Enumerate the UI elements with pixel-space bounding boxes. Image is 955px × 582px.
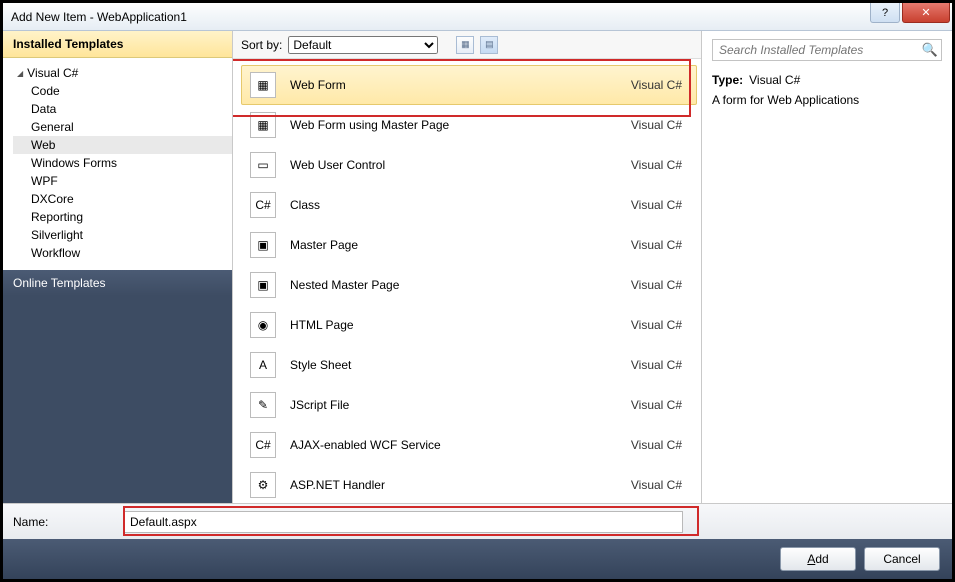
template-item-label: AJAX-enabled WCF Service xyxy=(290,438,631,452)
template-tree: Visual C# CodeDataGeneralWebWindows Form… xyxy=(3,58,232,270)
description: A form for Web Applications xyxy=(712,93,942,107)
type-row: Type: Visual C# xyxy=(712,73,942,87)
template-item-label: Web Form xyxy=(290,78,631,92)
template-item-label: Style Sheet xyxy=(290,358,631,372)
template-item[interactable]: ▣ Nested Master PageVisual C# xyxy=(241,265,697,305)
name-bar: Name: xyxy=(3,503,952,539)
template-item[interactable]: A Style SheetVisual C# xyxy=(241,345,697,385)
type-label: Type: xyxy=(712,73,743,87)
template-list[interactable]: ▦Web FormVisual C#▦Web Form using Master… xyxy=(233,59,701,503)
cancel-button[interactable]: Cancel xyxy=(864,547,940,571)
tree-item-data[interactable]: Data xyxy=(13,100,232,118)
tree-root-visual-csharp[interactable]: Visual C# xyxy=(13,64,232,82)
left-panel-fill xyxy=(3,296,232,503)
template-item[interactable]: ▦ Web Form using Master PageVisual C# xyxy=(241,105,697,145)
name-label: Name: xyxy=(13,515,123,529)
template-item-label: Web User Control xyxy=(290,158,631,172)
add-button[interactable]: Add xyxy=(780,547,856,571)
add-button-rest: dd xyxy=(815,552,828,566)
template-item-label: JScript File xyxy=(290,398,631,412)
template-item[interactable]: ◉ HTML PageVisual C# xyxy=(241,305,697,345)
type-value: Visual C# xyxy=(749,73,800,87)
window-buttons: ? ✕ xyxy=(870,3,952,30)
template-item-language: Visual C# xyxy=(631,358,688,372)
help-button[interactable]: ? xyxy=(870,3,900,23)
tree-item-web[interactable]: Web xyxy=(13,136,232,154)
template-item-language: Visual C# xyxy=(631,198,688,212)
view-small-icons-button[interactable]: ▦ xyxy=(456,36,474,54)
master-icon: ▣ xyxy=(250,272,276,298)
search-input[interactable] xyxy=(713,43,919,57)
template-item[interactable]: ▣ Master PageVisual C# xyxy=(241,225,697,265)
master-icon: ▣ xyxy=(250,232,276,258)
search-box[interactable]: 🔍 xyxy=(712,39,942,61)
wcf-icon: C# xyxy=(250,432,276,458)
tree-item-wpf[interactable]: WPF xyxy=(13,172,232,190)
template-item-label: Web Form using Master Page xyxy=(290,118,631,132)
template-item-language: Visual C# xyxy=(631,118,688,132)
tree-item-code[interactable]: Code xyxy=(13,82,232,100)
view-details-button[interactable]: ▤ xyxy=(480,36,498,54)
html-icon: ◉ xyxy=(250,312,276,338)
template-item[interactable]: C# ClassVisual C# xyxy=(241,185,697,225)
tree-item-reporting[interactable]: Reporting xyxy=(13,208,232,226)
sort-label: Sort by: xyxy=(241,38,282,52)
template-item-language: Visual C# xyxy=(631,158,688,172)
template-item-language: Visual C# xyxy=(631,398,688,412)
template-item-language: Visual C# xyxy=(631,318,688,332)
handler-icon: ⚙ xyxy=(250,472,276,498)
tree-item-general[interactable]: General xyxy=(13,118,232,136)
search-icon[interactable]: 🔍 xyxy=(919,42,941,58)
close-button[interactable]: ✕ xyxy=(902,3,950,23)
class-icon: C# xyxy=(250,192,276,218)
css-icon: A xyxy=(250,352,276,378)
js-icon: ✎ xyxy=(250,392,276,418)
form-icon: ▦ xyxy=(250,112,276,138)
template-item-label: ASP.NET Handler xyxy=(290,478,631,492)
dialog-button-bar: Add Cancel xyxy=(3,539,952,579)
template-item[interactable]: ▭ Web User ControlVisual C# xyxy=(241,145,697,185)
online-templates-header[interactable]: Online Templates xyxy=(3,270,232,296)
tree-item-dxcore[interactable]: DXCore xyxy=(13,190,232,208)
template-item-language: Visual C# xyxy=(631,438,688,452)
template-list-panel: Sort by: Default ▦ ▤ ▦Web FormVisual C#▦… xyxy=(233,31,702,503)
window-title: Add New Item - WebApplication1 xyxy=(11,10,870,24)
template-item[interactable]: C# AJAX-enabled WCF ServiceVisual C# xyxy=(241,425,697,465)
sort-bar: Sort by: Default ▦ ▤ xyxy=(233,31,701,59)
tree-item-silverlight[interactable]: Silverlight xyxy=(13,226,232,244)
sort-select[interactable]: Default xyxy=(288,36,438,54)
template-item-label: Nested Master Page xyxy=(290,278,631,292)
template-item-language: Visual C# xyxy=(631,278,688,292)
title-bar: Add New Item - WebApplication1 ? ✕ xyxy=(3,3,952,31)
template-item-label: Master Page xyxy=(290,238,631,252)
template-item-language: Visual C# xyxy=(631,78,688,92)
tree-item-workflow[interactable]: Workflow xyxy=(13,244,232,262)
template-item-label: HTML Page xyxy=(290,318,631,332)
form-icon: ▦ xyxy=(250,72,276,98)
left-panel: Installed Templates Visual C# CodeDataGe… xyxy=(3,31,233,503)
template-item[interactable]: ⚙ ASP.NET HandlerVisual C# xyxy=(241,465,697,503)
template-item[interactable]: ▦ Web FormVisual C# xyxy=(241,65,697,105)
installed-templates-header[interactable]: Installed Templates xyxy=(3,31,232,58)
template-item-language: Visual C# xyxy=(631,238,688,252)
template-item-language: Visual C# xyxy=(631,478,688,492)
name-input[interactable] xyxy=(123,511,683,533)
details-panel: 🔍 Type: Visual C# A form for Web Applicat… xyxy=(702,31,952,503)
template-item[interactable]: ✎ JScript FileVisual C# xyxy=(241,385,697,425)
template-item-label: Class xyxy=(290,198,631,212)
control-icon: ▭ xyxy=(250,152,276,178)
tree-item-windows-forms[interactable]: Windows Forms xyxy=(13,154,232,172)
